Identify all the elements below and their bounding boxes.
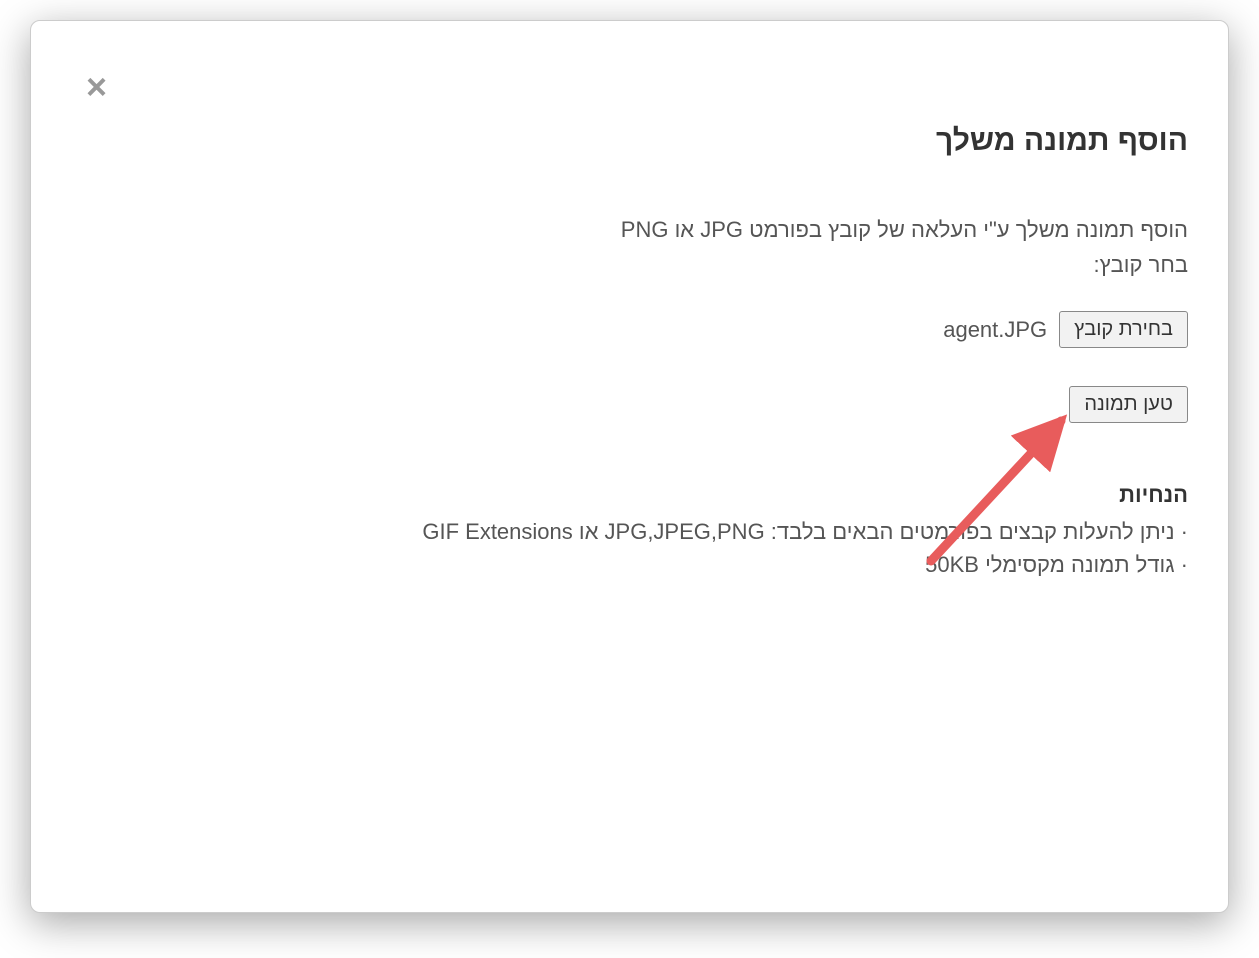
upload-instruction: הוסף תמונה משלך ע"י העלאה של קובץ בפורמט…: [71, 213, 1188, 246]
guidelines-list: ניתן להעלות קבצים בפורמטים הבאים בלבד: J…: [71, 515, 1188, 581]
choose-file-label: בחר קובץ:: [71, 248, 1188, 281]
close-icon[interactable]: ×: [86, 69, 107, 105]
choose-file-button[interactable]: בחירת קובץ: [1059, 311, 1188, 348]
load-image-row: טען תמונה: [71, 386, 1188, 423]
upload-image-modal: × הוסף תמונה משלך הוסף תמונה משלך ע"י הע…: [30, 20, 1229, 913]
guidelines-heading: הנחיות: [71, 478, 1188, 511]
modal-title: הוסף תמונה משלך: [71, 124, 1188, 158]
load-image-button[interactable]: טען תמונה: [1069, 386, 1188, 423]
selected-file-name: agent.JPG: [943, 313, 1047, 346]
guideline-item: ניתן להעלות קבצים בפורמטים הבאים בלבד: J…: [71, 515, 1188, 548]
file-select-row: בחירת קובץ agent.JPG: [71, 311, 1188, 348]
guideline-item: גודל תמונה מקסימלי 50KB: [71, 548, 1188, 581]
modal-content: הוסף תמונה משלך ע"י העלאה של קובץ בפורמט…: [71, 213, 1188, 581]
